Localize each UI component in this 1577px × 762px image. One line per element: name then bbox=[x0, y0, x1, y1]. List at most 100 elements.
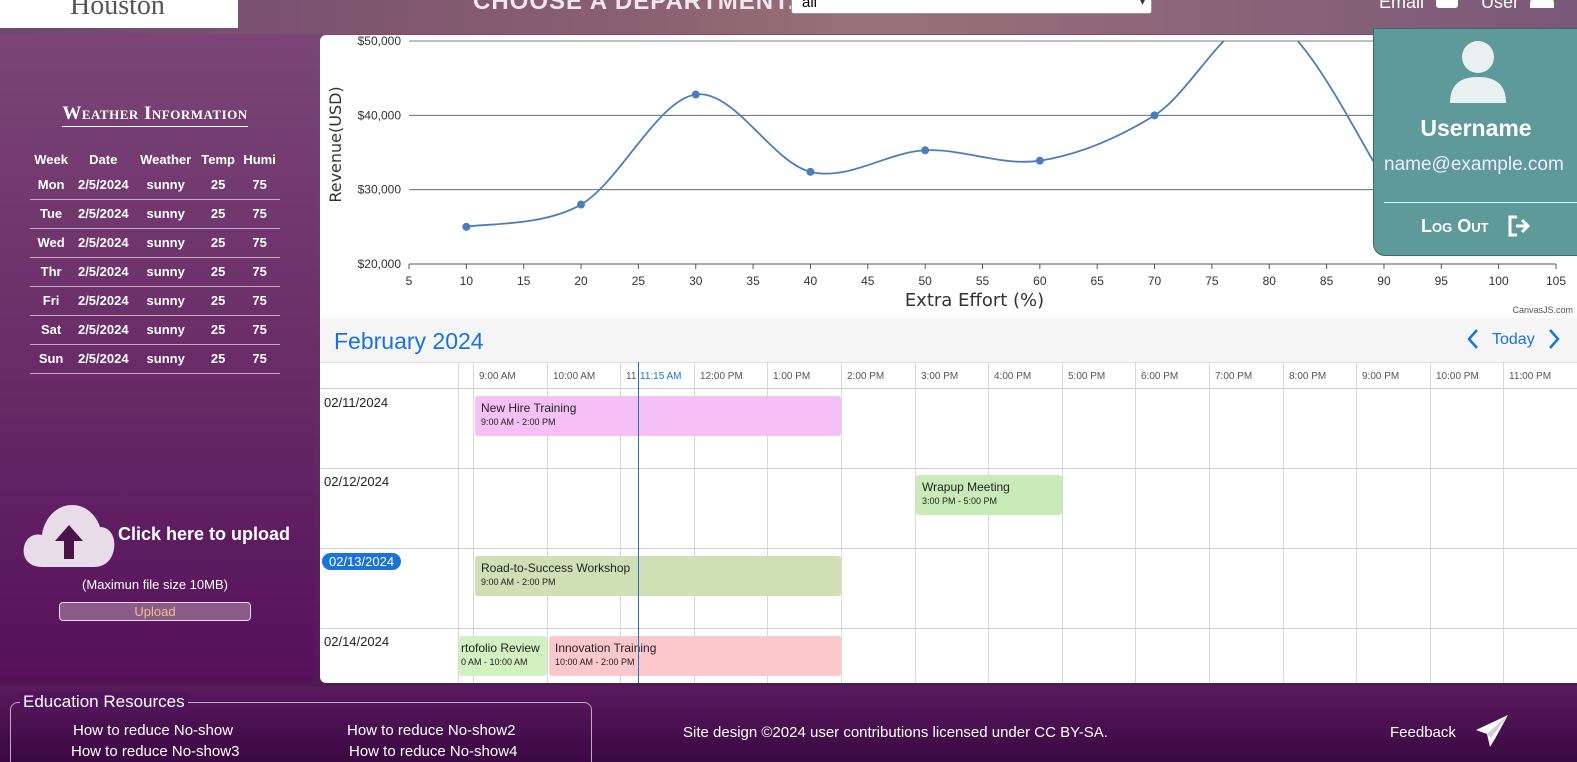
grid-line bbox=[1209, 362, 1210, 683]
grid-line bbox=[1503, 362, 1504, 683]
logo-text: Houston bbox=[70, 0, 165, 21]
weather-cell-humi: 75 bbox=[239, 257, 280, 287]
user-email: name@example.com bbox=[1384, 154, 1564, 175]
grid-line bbox=[1430, 362, 1431, 683]
logout-icon[interactable] bbox=[1507, 215, 1533, 243]
edu-link-4[interactable]: How to reduce No-show4 bbox=[349, 743, 517, 760]
chevron-left-icon[interactable] bbox=[1466, 328, 1480, 355]
time-label: 11 bbox=[626, 371, 637, 382]
chevron-right-icon[interactable] bbox=[1547, 328, 1561, 355]
upload-label[interactable]: Click here to upload bbox=[118, 524, 318, 545]
x-tick-label: 15 bbox=[517, 274, 531, 288]
date-label-today[interactable]: 02/13/2024 bbox=[322, 553, 402, 570]
weather-cell-date: 2/5/2024 bbox=[72, 344, 135, 374]
grid-line bbox=[1283, 362, 1284, 683]
weather-cell-weather: sunny bbox=[134, 286, 198, 316]
edu-link-2[interactable]: How to reduce No-show2 bbox=[347, 722, 515, 739]
x-tick-label: 20 bbox=[574, 274, 588, 288]
event-road-to-success-workshop[interactable]: Road-to-Success Workshop 9:00 AM - 2:00 … bbox=[475, 556, 841, 596]
x-tick-label: 40 bbox=[804, 274, 818, 288]
department-select[interactable]: all ▾ bbox=[791, 0, 1152, 14]
weather-row: Thr 2/5/2024 sunny 25 75 bbox=[30, 257, 280, 287]
weather-cell-weather: sunny bbox=[134, 228, 198, 258]
feedback-link[interactable]: Feedback bbox=[1390, 724, 1456, 741]
divider bbox=[1384, 202, 1577, 203]
current-time-label: 11:15 AM bbox=[640, 371, 682, 382]
time-label: 2:00 PM bbox=[847, 371, 885, 382]
email-icon[interactable] bbox=[1436, 0, 1458, 8]
event-time: 0 AM - 10:00 AM bbox=[461, 657, 528, 667]
weather-cell-humi: 75 bbox=[239, 344, 280, 374]
data-point bbox=[691, 90, 700, 99]
time-label: 6:00 PM bbox=[1141, 371, 1179, 382]
today-button[interactable]: Today bbox=[1492, 331, 1535, 349]
time-label: 4:00 PM bbox=[994, 371, 1032, 382]
weather-cell-weather: sunny bbox=[134, 170, 198, 200]
event-time: 9:00 AM - 2:00 PM bbox=[481, 417, 556, 427]
x-tick-label: 95 bbox=[1435, 274, 1449, 288]
weather-cell-temp: 25 bbox=[197, 199, 240, 229]
weather-cell-weather: sunny bbox=[134, 199, 198, 229]
event-portfolio-review[interactable]: rtofolio Review 0 AM - 10:00 AM bbox=[459, 636, 547, 676]
weather-col-humi: Humi bbox=[243, 151, 276, 167]
y-tick-label: $40,000 bbox=[358, 108, 402, 122]
event-new-hire-training[interactable]: New Hire Training 9:00 AM - 2:00 PM bbox=[475, 396, 841, 436]
user-icon[interactable] bbox=[1530, 0, 1554, 8]
edu-link-1[interactable]: How to reduce No-show bbox=[73, 722, 233, 739]
left-panel: Weather Information Week Date Weather Te… bbox=[0, 35, 315, 683]
data-point bbox=[1150, 111, 1159, 120]
weather-table: Week Date Weather Temp Humi Mon 2/5/2024 s… bbox=[30, 148, 280, 374]
data-point bbox=[806, 167, 815, 176]
current-time-indicator bbox=[638, 362, 639, 683]
weather-cell-humi: 75 bbox=[239, 286, 280, 316]
paper-plane-icon[interactable] bbox=[1474, 714, 1510, 748]
upload-button[interactable]: Upload bbox=[59, 602, 251, 621]
x-tick-label: 60 bbox=[1033, 274, 1047, 288]
weather-col-date: Date bbox=[89, 151, 118, 167]
grid-line bbox=[1135, 362, 1136, 683]
data-point bbox=[577, 200, 586, 209]
edu-link-3[interactable]: How to reduce No-show3 bbox=[71, 743, 239, 760]
logo[interactable]: Houston bbox=[0, 0, 238, 28]
weather-title: Weather Information bbox=[0, 103, 310, 127]
date-label: 02/11/2024 bbox=[324, 395, 389, 410]
grid-line bbox=[458, 362, 459, 683]
grid-line bbox=[915, 362, 916, 683]
weather-row: Mon 2/5/2024 sunny 25 75 bbox=[30, 170, 280, 200]
x-tick-label: 105 bbox=[1546, 274, 1566, 288]
weather-col-week: Week bbox=[34, 151, 68, 167]
event-innovation-training[interactable]: Innovation Training 10:00 AM - 2:00 PM bbox=[549, 636, 841, 676]
weather-cell-temp: 25 bbox=[197, 315, 240, 345]
weather-row: Sun 2/5/2024 sunny 25 75 bbox=[30, 344, 280, 374]
weather-row: Sat 2/5/2024 sunny 25 75 bbox=[30, 315, 280, 345]
copyright-text: Site design ©2024 user contributions lic… bbox=[683, 724, 1108, 741]
event-time: 3:00 PM - 5:00 PM bbox=[922, 496, 998, 506]
weather-cell-date: 2/5/2024 bbox=[72, 315, 135, 345]
logout-button[interactable]: Log Out bbox=[1421, 216, 1489, 237]
row-divider bbox=[320, 468, 1577, 469]
x-tick-label: 80 bbox=[1263, 274, 1277, 288]
weather-cell-temp: 25 bbox=[197, 228, 240, 258]
cloud-upload-icon[interactable] bbox=[22, 503, 116, 569]
calendar-header bbox=[320, 318, 1577, 362]
x-tick-label: 30 bbox=[689, 274, 703, 288]
event-time: 9:00 AM - 2:00 PM bbox=[481, 577, 556, 587]
weather-cell-date: 2/5/2024 bbox=[72, 228, 135, 258]
weather-cell-weather: sunny bbox=[134, 315, 198, 345]
event-title: Road-to-Success Workshop bbox=[481, 561, 631, 575]
event-wrapup-meeting[interactable]: Wrapup Meeting 3:00 PM - 5:00 PM bbox=[916, 475, 1062, 515]
weather-cell-weather: sunny bbox=[134, 344, 198, 374]
weather-cell-temp: 25 bbox=[197, 286, 240, 316]
x-tick-label: 75 bbox=[1205, 274, 1219, 288]
email-link[interactable]: Email bbox=[1379, 0, 1424, 13]
date-label: 02/12/2024 bbox=[324, 474, 390, 489]
event-title: New Hire Training bbox=[481, 401, 577, 415]
weather-header-row: Week Date Weather Temp Humi bbox=[30, 148, 280, 170]
grid-line bbox=[841, 362, 842, 683]
user-link[interactable]: User bbox=[1481, 0, 1519, 13]
x-tick-label: 85 bbox=[1320, 274, 1334, 288]
education-resources-title: Education Resources bbox=[20, 692, 188, 712]
row-divider bbox=[320, 548, 1577, 549]
chart-credit[interactable]: CanvasJS.com bbox=[1512, 305, 1573, 315]
time-label: 8:00 PM bbox=[1289, 371, 1327, 382]
